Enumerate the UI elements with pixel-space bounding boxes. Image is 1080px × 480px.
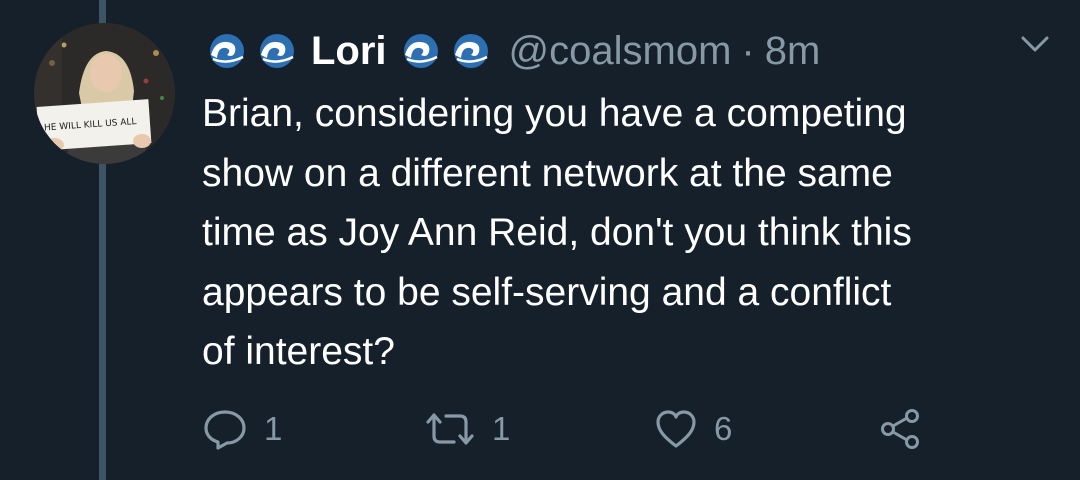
author-handle[interactable]: @coalsmom [509,29,732,74]
tweet-text-line: show on a different network at the same [202,151,893,195]
water-wave-emoji-icon [453,34,488,68]
reply-count: 1 [264,410,283,447]
retweet-count: 1 [492,410,511,447]
reply-button[interactable]: 1 [202,404,282,454]
retweet-icon [426,413,474,445]
tweet-text: Brian, considering you have a competing … [202,84,1052,382]
share-button[interactable] [878,404,922,454]
water-wave-emoji-icon [210,34,244,68]
retweet-button[interactable]: 1 [424,404,510,454]
meta-separator: · [741,28,755,73]
share-icon [881,409,919,449]
chevron-down-icon[interactable] [1020,32,1050,56]
avatar[interactable]: HE WILL KILL US ALL [34,23,175,164]
water-wave-emoji-icon [260,34,294,68]
water-wave-emoji-icon [403,34,438,68]
tweet-text-line: appears to be self-serving and a conflic… [202,270,892,314]
tweet-text-line: Brian, considering you have a competing [202,92,907,135]
heart-icon [656,410,696,448]
reply-icon [204,410,246,450]
tweet-card[interactable]: HE WILL KILL US ALL Lori @coalsmom · 8m … [0,0,1080,480]
author-name[interactable]: Lori [311,29,387,74]
like-button[interactable]: 6 [654,404,732,454]
tweet-text-line: of interest? [202,330,395,373]
tweet-header: Lori @coalsmom · 8m [205,26,820,76]
tweet-actions: 1 1 6 [202,404,962,454]
like-count: 6 [714,410,733,447]
tweet-timestamp[interactable]: 8m [765,29,821,74]
tweet-text-line: time as Joy Ann Reid, don't you think th… [202,211,912,254]
